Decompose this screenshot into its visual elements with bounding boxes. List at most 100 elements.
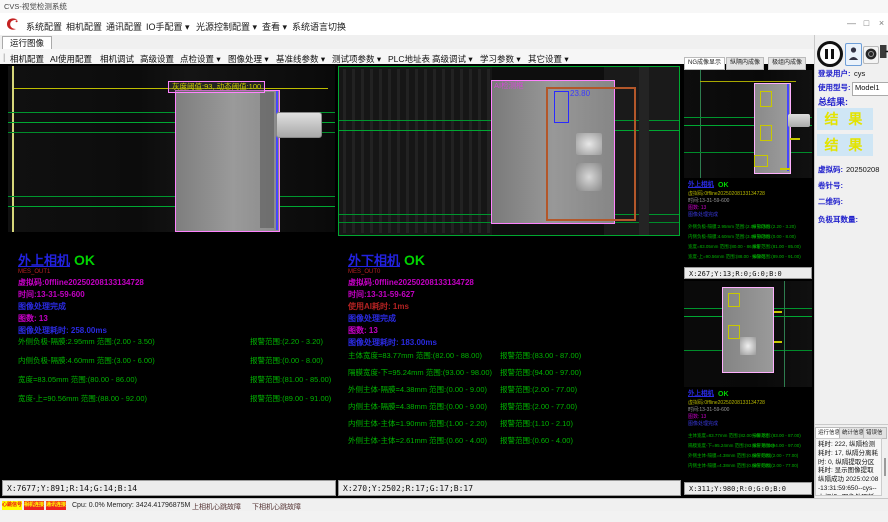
upper-camera-fault-status: 上相机心跳故障 — [192, 502, 241, 512]
model-select[interactable]: Model1 — [852, 82, 888, 96]
lens-button[interactable] — [863, 46, 879, 64]
camera-title-middle: 外下相机 — [348, 254, 400, 267]
login-user-button[interactable] — [845, 43, 862, 66]
exit-button[interactable] — [879, 44, 888, 62]
alarm-range: 报警范围:(2.00 - 77.00) — [752, 463, 798, 469]
menu-comm-config[interactable]: 通讯配置 — [106, 20, 142, 33]
alarm-range: 报警范围:(2.20 - 3.20) — [752, 224, 796, 230]
thumb-count-line: 图数: 13 — [688, 415, 706, 420]
bright-reflection — [740, 337, 756, 355]
menu-light-config[interactable]: 光源控制配置 ▾ — [196, 20, 257, 33]
vcode-label: 虚拟码: — [818, 166, 843, 174]
comm-status-badge: 通讯连接 — [46, 501, 66, 510]
measurement-list-middle: 主体宽度=83.77mm 范围:(82.00 - 88.00)报警范围:(83.… — [348, 350, 678, 452]
alarm-range: 报警范围:(2.00 - 77.00) — [500, 401, 577, 412]
thumb-tab-row: NG成像显示 纵隔内成像 极组内成像 — [684, 57, 812, 69]
alarm-range: 报警范围:(81.00 - 85.00) — [250, 374, 331, 385]
menu-view[interactable]: 查看 ▾ — [262, 20, 287, 33]
yellow-roi-box — [760, 125, 772, 141]
heartbeat-status-badge: 心跳信号 — [2, 501, 22, 510]
time-line-middle: 时间:13-31-59-627 — [348, 291, 415, 299]
window-title: CVS-视觉检测系统 — [4, 3, 67, 11]
measurement-value: 宽度-上=90.56mm 范围:(88.00 - 92.00) — [18, 393, 147, 404]
maximize-button[interactable]: □ — [860, 17, 873, 30]
thumb-result-ok: OK — [718, 391, 729, 398]
thumb-camera-title: 外上相机 — [688, 182, 714, 189]
menu-camera-config[interactable]: 相机配置 — [66, 20, 102, 33]
ai-detect-box — [554, 91, 569, 123]
thumb-time-line: 时间:13-31-59-600 — [688, 199, 729, 204]
toolbar-divider: | — [3, 52, 5, 62]
alarm-range: 报警范围:(0.00 - 8.00) — [250, 355, 323, 366]
ai-roi-value: 23.80 — [570, 90, 590, 98]
close-button[interactable]: × — [875, 17, 888, 30]
total-result-label: 总结果: — [818, 98, 848, 107]
camera-image-middle[interactable]: AI检测框 23.80 — [338, 66, 680, 236]
alarm-range: 报警范围:(0.60 - 4.00) — [500, 435, 573, 446]
alarm-range: 报警范围:(2.00 - 77.00) — [752, 453, 798, 459]
bright-reflection — [576, 163, 602, 191]
pause-icon — [825, 49, 828, 59]
threshold-overlay-label: 灰度阈值:93, 动态阈值:100 — [168, 81, 265, 93]
bright-vertical-line — [12, 66, 14, 232]
alarm-range: 报警范围:(89.00 - 91.00) — [752, 254, 801, 260]
tab-run-image[interactable]: 运行图像 — [2, 36, 52, 50]
page-tab-row: 运行图像 — [0, 35, 814, 50]
app-logo-icon — [4, 16, 20, 32]
yellow-marker — [774, 311, 782, 313]
measurement-value: 外侧主体-隔膜=4.38mm 范围:(0.00 - 9.00) — [348, 384, 487, 395]
thumb-barcode-line: 虚拟码:0ffline20250208133134728 — [688, 192, 765, 197]
menu-language[interactable]: 系统语言切换 — [292, 20, 346, 33]
negative-tab-count-label: 负极耳数量: — [818, 216, 858, 224]
menu-bar: 系统配置 相机配置 通讯配置 IO手配置 ▾ 光源控制配置 ▾ 查看 ▾ 系统语… — [0, 13, 888, 36]
mes-status-left: MES_OUT1 — [18, 269, 50, 275]
tab-ng-image[interactable]: NG成像显示 — [684, 57, 725, 70]
mes-status-middle: MES_OUT0 — [348, 269, 380, 275]
tab-electrode-image[interactable]: 极组内成像 — [768, 57, 806, 70]
measurement-row: 外侧主体-隔膜=4.38mm 范围:(0.00 - 9.00) 报警范围:(2.0… — [348, 384, 678, 401]
barcode-line-left: 虚拟码:0ffline20250208133134728 — [18, 279, 144, 287]
result-badge-2: 结 果 — [817, 134, 873, 156]
gripper-connector — [276, 112, 322, 138]
thumb-camera-title: 外上相机 — [688, 391, 714, 398]
green-guide-line — [8, 196, 335, 197]
barcode-line-middle: 虚拟码:0ffline20250208133134728 — [348, 279, 474, 287]
texture-band — [343, 69, 491, 233]
measurement-value: 宽度=83.05mm 范围:(80.00 - 86.00) — [688, 244, 759, 250]
yellow-marker — [774, 341, 782, 343]
ai-time-line-middle: 使用AI耗时: 1ms — [348, 303, 409, 311]
minimize-button[interactable]: — — [845, 17, 858, 30]
sidebar-divider — [814, 424, 888, 425]
status-bar: 心跳信号 相机连接 通讯连接 Cpu: 0.0% Memory: 3424.41… — [0, 498, 888, 511]
measurement-value: 外侧主体-主体=2.61mm 范围:(0.60 - 4.00) — [348, 435, 487, 446]
green-vertical-line — [784, 281, 785, 387]
run-log-text[interactable]: 耗时: 222, 纵隔检测耗时: 17, 纵隔分离耗时: 0, 纵隔提取分区耗时… — [815, 438, 882, 496]
camera-image-left[interactable]: 灰度阈值:93, 动态阈值:100 — [8, 66, 335, 232]
time-line-left: 时间:13-31-59-600 — [18, 291, 85, 299]
menu-system-config[interactable]: 系统配置 — [26, 20, 62, 33]
measurement-row: 主体宽度=83.77mm 范围:(82.00 - 88.00)报警范围:(83.… — [688, 433, 812, 443]
tab-septum-image[interactable]: 纵隔内成像 — [726, 57, 764, 70]
measurement-row: 宽度-上=90.56mm 范围:(88.00 - 92.00)报警范围:(89.… — [688, 254, 812, 264]
alarm-range: 报警范围:(2.00 - 77.00) — [500, 384, 577, 395]
thumbnail-image-top[interactable] — [684, 70, 812, 178]
cell-shadow-edge — [260, 92, 274, 228]
thumb-count-line: 图数: 13 — [688, 206, 706, 211]
done-line-middle: 图像处理完成 — [348, 315, 396, 323]
pixel-coords-thumb-bottom: X:311;Y:980;R:0;G:0;B:0 — [684, 482, 812, 495]
pause-button[interactable] — [817, 41, 843, 67]
thumb-measurement-list: 外侧负极-隔膜:2.95mm 范围:(2.00 - 3.50)报警范围:(2.2… — [688, 224, 812, 264]
menu-io-config[interactable]: IO手配置 ▾ — [146, 20, 190, 33]
texture-band — [639, 67, 649, 236]
thumb-done-line: 图像处理完成 — [688, 422, 718, 427]
thumbnail-image-bottom[interactable] — [684, 281, 812, 387]
alarm-range: 报警范围:(1.10 - 2.10) — [500, 418, 573, 429]
measurement-value: 内侧负极-隔膜:4.60mm 范围:(3.00 - 6.00) — [18, 355, 155, 366]
yellow-guide-line — [700, 81, 796, 82]
info-tab-row: 运行信息 统计信息 错误信息 — [815, 427, 887, 437]
green-guide-line — [684, 152, 812, 153]
alarm-range: 报警范围:(94.00 - 97.00) — [752, 443, 801, 449]
ai-roi-label: AI检测框 — [494, 82, 524, 90]
log-scrollbar[interactable] — [884, 458, 886, 476]
alarm-range: 报警范围:(83.00 - 87.00) — [500, 350, 581, 361]
